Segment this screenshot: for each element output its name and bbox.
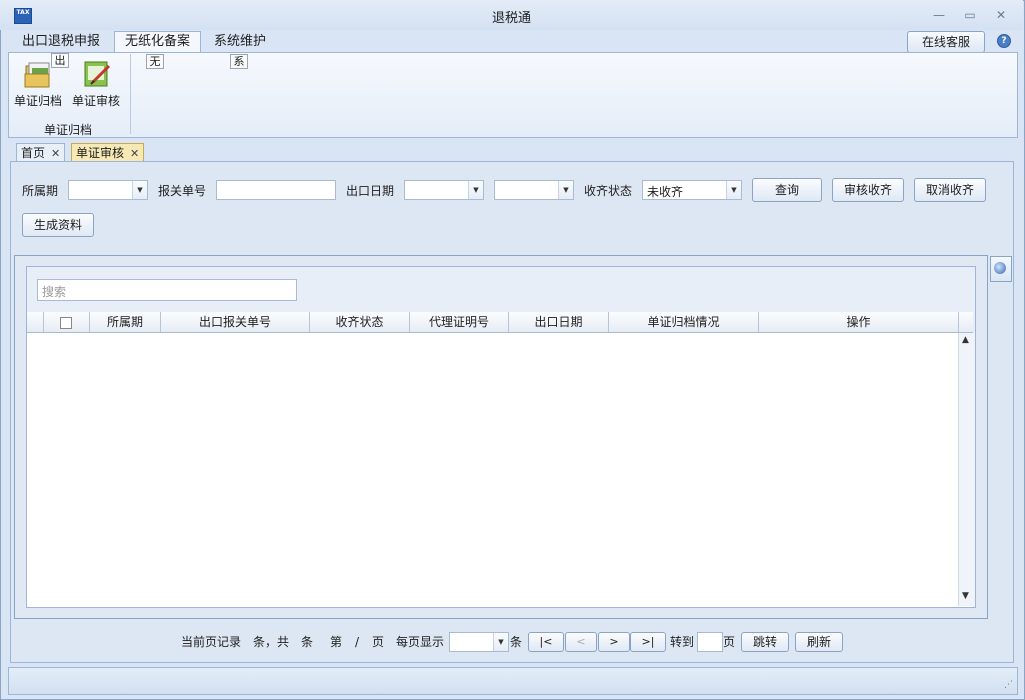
scroll-up-icon[interactable]: ▲ — [962, 335, 969, 345]
online-service-button[interactable]: 在线客服 — [907, 31, 985, 53]
archive-button[interactable]: 单证归档 — [14, 58, 66, 112]
audit-label: 单证审核 — [72, 94, 121, 108]
help-icon[interactable]: ? — [997, 34, 1011, 48]
next-page-button[interactable]: > — [598, 632, 630, 652]
select-all-cell[interactable] — [43, 312, 90, 332]
pager-unit-label: 条 — [301, 635, 314, 649]
col-agent-cert[interactable]: 代理证明号 — [410, 312, 509, 332]
col-customs-no[interactable]: 出口报关单号 — [161, 312, 310, 332]
export-date-to[interactable]: ▼ — [494, 180, 574, 200]
chevron-down-icon[interactable]: ▼ — [132, 181, 147, 199]
status-select[interactable]: 未收齐 ▼ — [642, 180, 742, 200]
tab-paperless[interactable]: 无纸化备案 — [114, 31, 202, 52]
keytip-tab2: 无 — [146, 54, 164, 69]
per-page-unit: 条 — [510, 635, 523, 649]
pager-page-unit: 页 — [372, 635, 385, 649]
status-bar — [8, 667, 1018, 695]
goto-unit: 页 — [723, 635, 736, 649]
generate-data-button[interactable]: 生成资料 — [22, 213, 94, 237]
chevron-down-icon[interactable]: ▼ — [558, 181, 573, 199]
close-icon[interactable]: ✕ — [994, 8, 1008, 22]
ribbon-group-separator — [130, 54, 131, 134]
period-label: 所属期 — [22, 184, 59, 198]
pager-current-label: 当前页记录 — [181, 635, 242, 649]
close-icon[interactable]: ✕ — [130, 147, 139, 160]
title-bar: TAX 退税通 — ▭ ✕ — [0, 0, 1023, 30]
status-value: 未收齐 — [647, 185, 684, 199]
window-title: 退税通 — [491, 11, 531, 26]
export-date-label: 出口日期 — [346, 184, 395, 198]
restore-icon[interactable]: ▭ — [963, 8, 977, 22]
folder-stack-icon — [24, 62, 50, 88]
refresh-button[interactable]: 刷新 — [795, 632, 843, 652]
doc-tab-home-label: 首页 — [21, 146, 46, 160]
cancel-complete-button[interactable]: 取消收齐 — [914, 178, 986, 202]
col-status[interactable]: 收齐状态 — [310, 312, 410, 332]
goto-page-input[interactable] — [697, 632, 723, 652]
first-page-button[interactable]: |< — [528, 632, 564, 652]
per-page-label: 每页显示 — [396, 635, 445, 649]
chevron-down-icon[interactable]: ▼ — [468, 181, 483, 199]
pager-total-label: 条，共 — [253, 635, 290, 649]
customs-no-input[interactable] — [216, 180, 336, 200]
last-page-button[interactable]: >| — [630, 632, 666, 652]
archive-label: 单证归档 — [14, 94, 63, 108]
data-grid — [27, 312, 973, 607]
keytip-tab3: 系 — [230, 54, 248, 69]
row-header-cell — [27, 312, 44, 332]
chevron-down-icon[interactable]: ▼ — [493, 633, 508, 651]
doc-tab-audit-label: 单证审核 — [76, 146, 125, 160]
edit-document-icon — [84, 61, 111, 87]
vertical-scrollbar[interactable]: ▲ ▼ — [958, 333, 975, 606]
side-panel-toggle[interactable] — [990, 256, 1012, 282]
col-actions[interactable]: 操作 — [759, 312, 959, 332]
globe-icon — [994, 262, 1006, 274]
tab-export-refund[interactable]: 出口退税申报 — [12, 32, 110, 52]
col-archive-status[interactable]: 单证归档情况 — [609, 312, 759, 332]
search-placeholder: 搜索 — [42, 285, 67, 299]
doc-tab-audit[interactable]: 单证审核 ✕ — [71, 143, 145, 162]
doc-tab-home[interactable]: 首页 ✕ — [16, 143, 66, 162]
close-icon[interactable]: ✕ — [51, 147, 60, 160]
search-input[interactable]: 搜索 — [37, 279, 297, 301]
col-export-date[interactable]: 出口日期 — [509, 312, 609, 332]
audit-button[interactable]: 单证审核 — [72, 58, 124, 112]
customs-no-label: 报关单号 — [158, 184, 207, 198]
resize-grip-icon[interactable]: ⋰ — [1004, 680, 1013, 690]
query-button[interactable]: 查询 — [752, 178, 822, 202]
export-date-from[interactable]: ▼ — [404, 180, 484, 200]
ribbon-group-label: 单证归档 — [44, 123, 93, 137]
minimize-icon[interactable]: — — [932, 8, 946, 22]
audit-complete-button[interactable]: 审核收齐 — [832, 178, 904, 202]
prev-page-button[interactable]: < — [565, 632, 597, 652]
goto-label: 转到 — [670, 635, 695, 649]
pager-slash: / — [355, 635, 360, 649]
chevron-down-icon[interactable]: ▼ — [726, 181, 741, 199]
scroll-down-icon[interactable]: ▼ — [962, 591, 969, 601]
pager-page-label: 第 — [330, 635, 343, 649]
col-period[interactable]: 所属期 — [90, 312, 161, 332]
status-label: 收齐状态 — [584, 184, 633, 198]
per-page-select[interactable]: ▼ — [449, 632, 509, 652]
select-all-checkbox[interactable] — [60, 316, 72, 329]
jump-button[interactable]: 跳转 — [741, 632, 789, 652]
tab-system[interactable]: 系统维护 — [204, 32, 276, 52]
period-select[interactable]: ▼ — [68, 180, 148, 200]
